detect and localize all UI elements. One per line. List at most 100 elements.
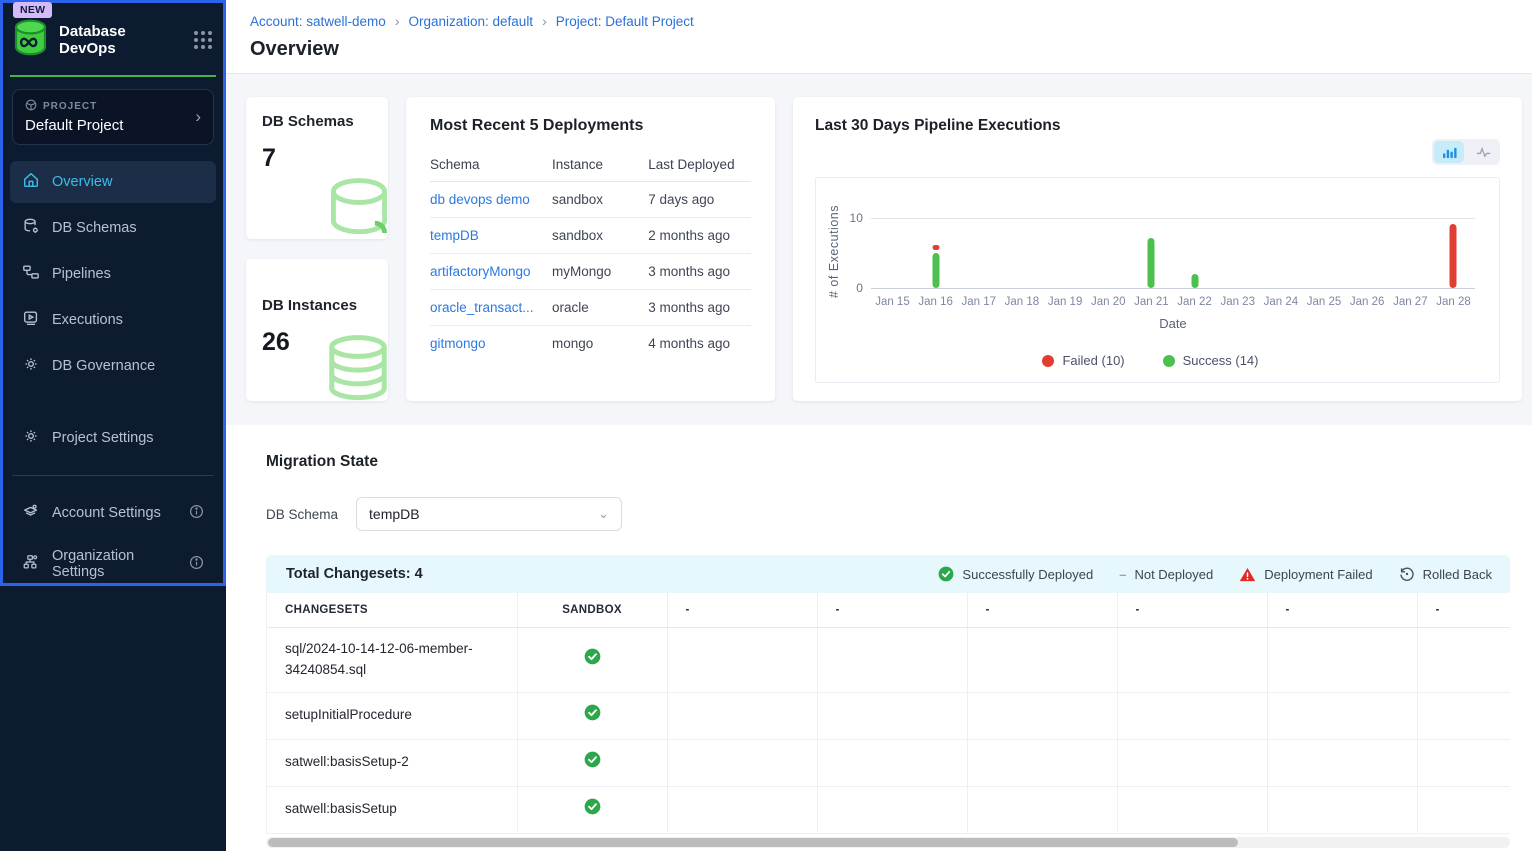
- chart-legend: Failed (10)Success (14): [826, 353, 1475, 368]
- info-icon[interactable]: [189, 504, 204, 523]
- deployed-cell: 7 days ago: [648, 182, 751, 218]
- table-row: satwell:basisSetup: [267, 786, 1510, 833]
- sidebar-item-label: Overview: [52, 174, 112, 190]
- sidebar-item-label: Pipelines: [52, 266, 111, 282]
- sandbox-status-cell[interactable]: [517, 628, 667, 693]
- column-header-schema: Schema: [430, 147, 552, 182]
- chart-bar-slot: [1044, 204, 1087, 288]
- db-instances-title: DB Instances: [262, 297, 372, 314]
- sidebar-item-db-governance[interactable]: DB Governance: [10, 345, 216, 387]
- horizontal-scrollbar[interactable]: [266, 837, 1510, 848]
- chevron-right-icon: ›: [195, 107, 201, 127]
- chevron-down-icon: ⌄: [598, 506, 609, 522]
- success-bar[interactable]: [1191, 274, 1198, 288]
- db-schemas-count: 7: [262, 144, 372, 173]
- sidebar-item-overview[interactable]: Overview: [10, 161, 216, 203]
- chart-title: Last 30 Days Pipeline Executions: [815, 117, 1500, 135]
- warning-triangle-icon: [1239, 567, 1256, 582]
- top-bar: Account: satwell-demo › Organization: de…: [226, 0, 1532, 74]
- chart-type-toggle: [1432, 139, 1500, 165]
- sidebar-item-project-settings[interactable]: Project Settings: [10, 417, 216, 459]
- sidebar-item-account-settings[interactable]: Account Settings: [10, 492, 216, 534]
- check-circle-icon: [938, 566, 954, 582]
- schema-link[interactable]: oracle_transact...: [430, 300, 534, 315]
- main-area: Account: satwell-demo › Organization: de…: [226, 0, 1532, 851]
- deployments-table: Schema Instance Last Deployed db devops …: [430, 147, 751, 361]
- app-switcher-icon[interactable]: [194, 31, 212, 49]
- sidebar-item-organization-settings[interactable]: Organization Settings: [10, 538, 216, 590]
- success-bar[interactable]: [932, 253, 939, 289]
- bar-chart-toggle-icon[interactable]: [1434, 141, 1464, 163]
- schema-link[interactable]: artifactoryMongo: [430, 264, 531, 279]
- table-row: tempDB sandbox 2 months ago: [430, 218, 751, 254]
- x-tick-label: Jan 23: [1216, 296, 1259, 308]
- db-schema-select[interactable]: tempDB ⌄: [356, 497, 622, 531]
- sidebar-item-label: Organization Settings: [52, 548, 177, 580]
- column-header-last-deployed: Last Deployed: [648, 147, 751, 182]
- db-schemas-title: DB Schemas: [262, 113, 372, 130]
- sandbox-status-cell[interactable]: [517, 786, 667, 833]
- gear-icon: [22, 427, 40, 449]
- chart-bar-slot: [1432, 204, 1475, 288]
- schema-link[interactable]: gitmongo: [430, 336, 486, 351]
- breadcrumb-account-link[interactable]: Account: satwell-demo: [250, 14, 386, 29]
- db-instances-card: DB Instances 26: [246, 259, 388, 401]
- chart-bar-slot: [1259, 204, 1302, 288]
- instance-cell: myMongo: [552, 254, 648, 290]
- migration-state-section: Migration State DB Schema tempDB ⌄ Total…: [226, 425, 1532, 851]
- chart-plot-container: # of Executions 10 0 Jan 15Jan 16Ja: [815, 177, 1500, 383]
- success-bar[interactable]: [1148, 238, 1155, 288]
- deployed-cell: 3 months ago: [648, 290, 751, 326]
- rollback-icon: [1399, 566, 1415, 582]
- legend-successfully-deployed: Successfully Deployed: [938, 566, 1093, 582]
- changeset-name: satwell:basisSetup: [267, 786, 517, 833]
- sidebar-item-label: Account Settings: [52, 505, 161, 521]
- nav-spacer: [10, 391, 216, 413]
- sandbox-status-cell[interactable]: [517, 739, 667, 786]
- recent-deployments-card: Most Recent 5 Deployments Schema Instanc…: [406, 97, 775, 401]
- sidebar-item-pipelines[interactable]: Pipelines: [10, 253, 216, 295]
- legend-not-deployed: – Not Deployed: [1119, 567, 1213, 582]
- sidebar-item-label: DB Governance: [52, 358, 155, 374]
- deployments-title: Most Recent 5 Deployments: [430, 117, 751, 135]
- chevron-separator-icon: ›: [542, 13, 547, 29]
- changeset-name: satwell:basisSetup-2: [267, 739, 517, 786]
- failed-bar[interactable]: [1450, 224, 1457, 288]
- sandbox-status-cell[interactable]: [517, 692, 667, 739]
- schema-link[interactable]: tempDB: [430, 228, 479, 243]
- db-schema-label: DB Schema: [266, 507, 338, 522]
- breadcrumb-project-link[interactable]: Project: Default Project: [556, 14, 694, 29]
- deployed-cell: 3 months ago: [648, 254, 751, 290]
- scrollbar-thumb[interactable]: [268, 838, 1238, 847]
- table-row: artifactoryMongo myMongo 3 months ago: [430, 254, 751, 290]
- chart-bar-slot: [1216, 204, 1259, 288]
- x-tick-label: Jan 19: [1044, 296, 1087, 308]
- sidebar-item-db-schemas[interactable]: DB Schemas: [10, 207, 216, 249]
- chart-bar-slot: [1346, 204, 1389, 288]
- chevron-separator-icon: ›: [395, 13, 400, 29]
- content: DB Schemas 7 DB Instances 26: [226, 74, 1532, 851]
- failed-bar[interactable]: [932, 245, 939, 250]
- column-header-changesets: CHANGESETS: [267, 593, 517, 628]
- sidebar-settings-nav: Account Settings Organization Settings: [0, 492, 226, 590]
- x-tick-label: Jan 16: [914, 296, 957, 308]
- project-cube-icon: [25, 99, 37, 114]
- sidebar-divider: [12, 475, 214, 476]
- database-stack-icon: [318, 332, 388, 401]
- project-selector[interactable]: PROJECT Default Project ›: [12, 89, 214, 145]
- line-chart-toggle-icon[interactable]: [1468, 141, 1498, 163]
- check-circle-icon: [584, 648, 601, 665]
- sidebar-item-executions[interactable]: Executions: [10, 299, 216, 341]
- chart-bars: [871, 204, 1475, 288]
- check-circle-icon: [584, 798, 601, 815]
- db-schema-selected-value: tempDB: [369, 506, 420, 522]
- table-row: gitmongo mongo 4 months ago: [430, 326, 751, 362]
- info-icon[interactable]: [189, 555, 204, 574]
- breadcrumb-organization-link[interactable]: Organization: default: [408, 14, 533, 29]
- x-tick-label: Jan 22: [1173, 296, 1216, 308]
- x-tick-label: Jan 27: [1389, 296, 1432, 308]
- schema-link[interactable]: db devops demo: [430, 192, 530, 207]
- sidebar-accent-divider: [10, 75, 216, 77]
- layers-gear-icon: [22, 502, 40, 524]
- app-logo-database-icon: [12, 18, 49, 61]
